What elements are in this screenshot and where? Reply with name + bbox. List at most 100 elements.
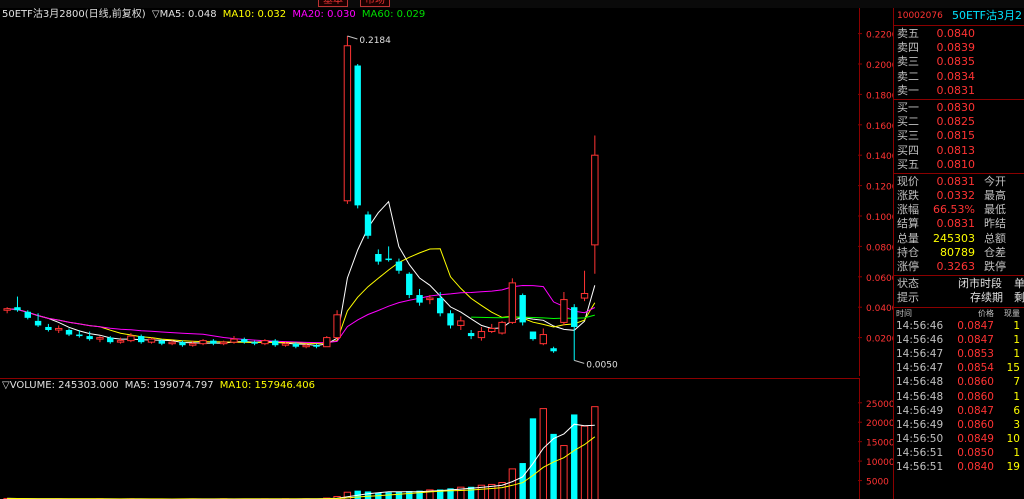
price-axis-label: 0.0800 <box>866 243 893 253</box>
tick-list[interactable]: 14:56:46 0.0847 1 14:56:46 0.0847 1 14:56:47 0.… <box>894 319 1024 475</box>
candle-body <box>416 295 423 303</box>
bid-book: 买一 0.0830 买二 0.0825 买三 0.0815 买四 0.0813 买五 0.0810 <box>894 101 1024 172</box>
ask-label: 卖二 <box>897 69 919 83</box>
tick-price: 0.0860 <box>957 390 994 403</box>
tick-row[interactable]: 14:56:49 0.0847 6 <box>894 404 1024 418</box>
tick-time: 14:56:46 <box>896 319 944 332</box>
price-axis-label: 0.0200 <box>866 335 893 345</box>
bid-row: 买五 0.0810 <box>894 158 1024 172</box>
candle-body <box>539 334 547 345</box>
ask-row: 卖二 0.0834 <box>894 70 1024 84</box>
candle-body <box>3 308 11 311</box>
status-value: 闭市时段 <box>958 277 1002 291</box>
price-axis-label: 0.2200 <box>866 31 893 41</box>
tick-qty: 1 <box>1013 347 1020 360</box>
candle-body <box>230 338 238 343</box>
stat-value: 0.0332 <box>936 189 976 203</box>
candle-body <box>45 326 52 330</box>
volume-axis-label: 10000 <box>866 458 893 468</box>
ask-label: 卖四 <box>897 41 919 55</box>
stat-label: 现价 <box>897 174 919 188</box>
bid-label: 买三 <box>897 129 919 143</box>
tick-row[interactable]: 14:56:49 0.0860 3 <box>894 418 1024 432</box>
candle-body <box>571 307 578 327</box>
tab-market[interactable]: 市场 <box>360 0 390 7</box>
candle-body <box>34 320 42 326</box>
bid-label: 买二 <box>897 115 919 129</box>
high-marker-label: 0.2184 <box>359 36 391 46</box>
volume-svg: 25000 20000 15000 10000 5000 <box>3 400 893 499</box>
stat-row: 持仓 80789 仓差 <box>894 246 1024 260</box>
price-axis-label: 0.0600 <box>866 274 893 284</box>
stat-row: 涨停 0.3263 跌停 <box>894 260 1024 274</box>
tick-row[interactable]: 14:56:51 0.0850 1 <box>894 446 1024 460</box>
volume-bar <box>395 491 403 499</box>
candle-body <box>426 297 434 301</box>
ask-label: 卖三 <box>897 55 919 69</box>
ticks-header-qty: 现量 <box>1004 308 1020 318</box>
tick-time: 14:56:48 <box>896 390 944 403</box>
candle-body <box>364 214 372 236</box>
bid-price: 0.0825 <box>936 115 976 129</box>
ticks-header-time: 时间 <box>896 308 912 318</box>
tab-basic[interactable]: 基本 <box>318 0 348 7</box>
tick-row[interactable]: 14:56:47 0.0853 1 <box>894 347 1024 361</box>
stat-value: 80789 <box>940 245 975 259</box>
candle-body <box>302 344 310 348</box>
candle-body <box>261 340 269 345</box>
volume-chart-panel[interactable]: ▽VOLUME: 245303.000 MA5: 199074.797 MA10… <box>0 378 893 499</box>
stat-value: 0.0831 <box>936 174 976 188</box>
candle-body <box>498 321 506 334</box>
tick-qty: 1 <box>1013 447 1020 460</box>
candle-body <box>24 311 31 318</box>
bid-row: 买一 0.0830 <box>894 101 1024 115</box>
tick-row[interactable]: 14:56:48 0.0860 1 <box>894 390 1024 404</box>
volume-bar <box>508 468 517 499</box>
ask-price: 0.0834 <box>936 69 976 83</box>
candle-body <box>375 254 382 262</box>
stat-label-2: 最高 <box>984 189 1006 203</box>
hint-extra: 剩 <box>1014 291 1024 305</box>
volume-bar <box>550 433 557 499</box>
stat-value: 0.0831 <box>936 217 976 231</box>
candle-body <box>467 333 475 337</box>
tick-time: 14:56:47 <box>896 347 944 360</box>
tick-time: 14:56:51 <box>896 461 944 474</box>
tick-row[interactable]: 14:56:46 0.0847 1 <box>894 333 1024 347</box>
candle-body <box>251 342 258 344</box>
price-axis-label: 0.1600 <box>866 122 893 132</box>
bid-price: 0.0810 <box>936 157 976 171</box>
bid-price: 0.0830 <box>936 100 976 114</box>
tick-row[interactable]: 14:56:50 0.0849 10 <box>894 432 1024 446</box>
stat-label-2: 最低 <box>984 203 1006 217</box>
tick-qty: 15 <box>1006 362 1020 375</box>
ma5-line <box>7 200 596 347</box>
bid-label: 买一 <box>897 100 919 114</box>
candle-body <box>179 342 186 346</box>
divider <box>894 306 1024 308</box>
ask-price: 0.0831 <box>936 83 976 97</box>
volume-bar <box>539 408 547 499</box>
tick-price: 0.0860 <box>957 376 994 389</box>
candle-body <box>385 258 392 261</box>
divider <box>894 25 1024 26</box>
tick-row[interactable]: 14:56:46 0.0847 1 <box>894 319 1024 333</box>
kline-chart-panel[interactable]: 50ETF沽3月2800(日线,前复权) ▽MA5: 0.048 MA10: 0… <box>0 8 893 376</box>
ask-row: 卖一 0.0831 <box>894 84 1024 98</box>
tick-row[interactable]: 14:56:48 0.0860 7 <box>894 375 1024 389</box>
candle-body <box>447 313 454 326</box>
tick-price: 0.0847 <box>957 319 994 332</box>
tick-price: 0.0849 <box>957 433 994 446</box>
divider <box>894 172 1024 174</box>
stat-label-2: 总额 <box>984 231 1006 245</box>
volume-axis-label: 25000 <box>866 400 893 410</box>
tick-row[interactable]: 14:56:51 0.0840 19 <box>894 460 1024 474</box>
quote-stats: 现价 0.0831 今开 涨跌 0.0332 最高 涨幅 66.53% 最低 结算 0.0831 昨结… <box>894 175 1024 274</box>
tick-qty: 19 <box>1006 461 1020 474</box>
tick-row[interactable]: 14:56:47 0.0854 15 <box>894 361 1024 375</box>
ask-price: 0.0839 <box>936 41 976 55</box>
candle-body <box>488 327 496 333</box>
candle-body <box>147 338 156 343</box>
candle-body <box>292 343 300 347</box>
candle-body <box>107 337 114 343</box>
